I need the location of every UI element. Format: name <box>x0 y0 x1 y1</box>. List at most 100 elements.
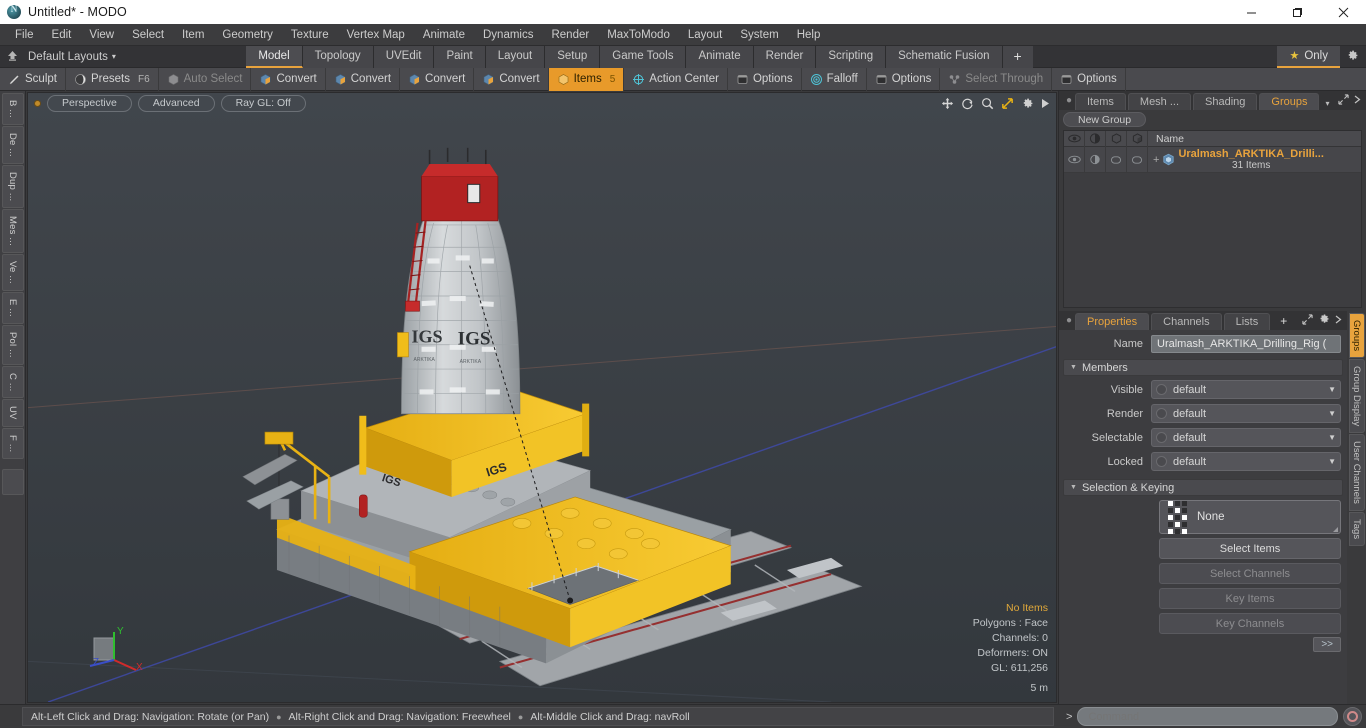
tool-convert-2[interactable]: Convert <box>326 68 399 91</box>
tab-layout[interactable]: Layout <box>485 45 546 68</box>
menu-edit[interactable]: Edit <box>43 24 81 46</box>
tab-lists[interactable]: Lists <box>1223 313 1271 330</box>
rotate-icon[interactable] <box>961 97 974 110</box>
left-tab-duplicate[interactable]: Dup ... <box>1 164 24 209</box>
tab-uvedit[interactable]: UVEdit <box>373 45 435 68</box>
menu-texture[interactable]: Texture <box>282 24 338 46</box>
record-icon[interactable] <box>1343 707 1362 726</box>
selectable-knob-icon[interactable] <box>1156 432 1167 443</box>
zoom-icon[interactable] <box>981 97 994 110</box>
visible-knob-icon[interactable] <box>1156 384 1167 395</box>
tool-auto-select[interactable]: Auto Select <box>159 68 251 91</box>
properties-menu-icon[interactable]: ● <box>1063 312 1075 330</box>
menu-select[interactable]: Select <box>123 24 173 46</box>
add-properties-tab[interactable]: + <box>1272 313 1295 330</box>
left-tab-command[interactable]: C ... <box>1 365 24 398</box>
left-tab-basic[interactable]: B ... <box>1 93 24 125</box>
vtab-groups[interactable]: Groups <box>1348 313 1365 359</box>
render-dropdown[interactable]: default ▼ <box>1151 404 1341 423</box>
group-name-input[interactable]: Uralmash_ARKTIKA_Drilling_Rig ( <box>1151 334 1341 353</box>
menu-animate[interactable]: Animate <box>414 24 474 46</box>
gear-icon[interactable] <box>1318 313 1330 328</box>
eye-icon[interactable] <box>1064 130 1085 147</box>
tool-convert-1[interactable]: Convert <box>251 68 324 91</box>
more-options-button[interactable]: >> <box>1313 637 1341 652</box>
move-icon[interactable] <box>941 97 954 110</box>
left-tab-uv[interactable]: UV <box>1 399 24 427</box>
viewport-indicator[interactable] <box>34 99 41 107</box>
tab-render[interactable]: Render <box>753 45 817 68</box>
panel-menu-icon[interactable]: ● <box>1063 92 1075 110</box>
expand-icon[interactable] <box>1302 313 1313 328</box>
gear-icon[interactable] <box>1340 49 1366 65</box>
menu-system[interactable]: System <box>731 24 787 46</box>
tool-select-through[interactable]: Select Through <box>940 68 1051 91</box>
menu-render[interactable]: Render <box>542 24 598 46</box>
left-tab-vertex[interactable]: Ve ... <box>1 254 24 291</box>
tool-convert-3[interactable]: Convert <box>400 68 473 91</box>
command-input[interactable] <box>1077 707 1338 726</box>
render-icon[interactable] <box>1085 130 1106 147</box>
tab-schematic-fusion[interactable]: Schematic Fusion <box>886 45 1003 68</box>
only-toggle[interactable]: ★ Only <box>1277 45 1340 68</box>
maximize-icon[interactable] <box>1274 0 1320 24</box>
chevron-right-icon[interactable] <box>1354 95 1361 107</box>
render-knob-icon[interactable] <box>1156 408 1167 419</box>
visible-dropdown[interactable]: default ▼ <box>1151 380 1341 399</box>
table-row[interactable]: + Uralmash_ARKTIKA_Drilli... 31 Items <box>1064 146 1361 173</box>
home-icon[interactable] <box>0 49 24 65</box>
tab-properties[interactable]: Properties <box>1075 313 1150 330</box>
tool-falloff[interactable]: Falloff <box>802 68 866 91</box>
expand-row-toggle[interactable]: + <box>1148 154 1162 166</box>
tab-model[interactable]: Model <box>246 45 303 68</box>
menu-item[interactable]: Item <box>173 24 213 46</box>
panel-tab-mesh[interactable]: Mesh ... <box>1127 93 1192 110</box>
tool-presets[interactable]: Presets F6 <box>66 68 158 91</box>
left-tab-mesh[interactable]: Mes ... <box>1 209 24 254</box>
selection-keying-section-header[interactable]: ▼ Selection & Keying <box>1063 479 1343 496</box>
tab-setup[interactable]: Setup <box>545 45 601 68</box>
chevron-down-icon[interactable]: ▾ <box>1321 99 1335 110</box>
tab-scripting[interactable]: Scripting <box>816 45 887 68</box>
members-section-header[interactable]: ▼ Members <box>1063 359 1343 376</box>
tab-topology[interactable]: Topology <box>302 45 374 68</box>
vtab-tags[interactable]: Tags <box>1348 512 1365 547</box>
wire-icon[interactable] <box>1106 130 1127 147</box>
tool-options-1[interactable]: Options <box>728 68 801 91</box>
close-icon[interactable] <box>1320 0 1366 24</box>
tool-options-3[interactable]: Options <box>1052 68 1125 91</box>
chevron-right-icon[interactable] <box>1335 315 1342 327</box>
menu-dynamics[interactable]: Dynamics <box>474 24 542 46</box>
row-shade-toggle[interactable] <box>1127 146 1148 173</box>
tool-options-2[interactable]: Options <box>867 68 940 91</box>
minimize-icon[interactable] <box>1228 0 1274 24</box>
gear-icon[interactable] <box>1021 97 1034 110</box>
item-list-body[interactable] <box>1064 173 1361 307</box>
tab-channels[interactable]: Channels <box>1151 313 1222 330</box>
tab-animate[interactable]: Animate <box>686 45 754 68</box>
new-group-button[interactable]: New Group <box>1063 112 1147 127</box>
left-tab-fusion[interactable]: F ... <box>1 427 24 459</box>
viewport-perspective-button[interactable]: Perspective <box>47 94 132 112</box>
menu-layout[interactable]: Layout <box>679 24 732 46</box>
left-tab-edge[interactable]: E ... <box>1 291 24 324</box>
group-item-list[interactable]: Name + Uralmash_ARKTIKA_Drilli... 31 Ite… <box>1063 130 1362 308</box>
left-tab-deform[interactable]: De ... <box>1 125 24 164</box>
selectable-dropdown[interactable]: default ▼ <box>1151 428 1341 447</box>
row-wire-toggle[interactable] <box>1106 146 1127 173</box>
row-render-toggle[interactable] <box>1085 146 1106 173</box>
viewport-3d[interactable]: IGS IGS IGS IGS ARKTIKA ARKTIKA Perspect… <box>27 92 1057 703</box>
panel-tab-groups[interactable]: Groups <box>1259 93 1320 110</box>
tab-paint[interactable]: Paint <box>434 45 486 68</box>
add-tab-button[interactable]: + <box>1002 45 1033 68</box>
left-tab-extra[interactable] <box>1 468 24 495</box>
menu-maxtomodo[interactable]: MaxToModo <box>598 24 679 46</box>
default-layouts-label[interactable]: Default Layouts <box>24 51 118 63</box>
row-eye-toggle[interactable] <box>1064 146 1085 173</box>
locked-knob-icon[interactable] <box>1156 456 1167 467</box>
viewport-raygl-button[interactable]: Ray GL: Off <box>220 94 306 112</box>
chevron-down-icon[interactable]: ▾ <box>112 52 116 61</box>
menu-geometry[interactable]: Geometry <box>213 24 282 46</box>
selection-set-picker[interactable]: None <box>1159 500 1341 534</box>
select-items-button[interactable]: Select Items <box>1159 538 1341 559</box>
